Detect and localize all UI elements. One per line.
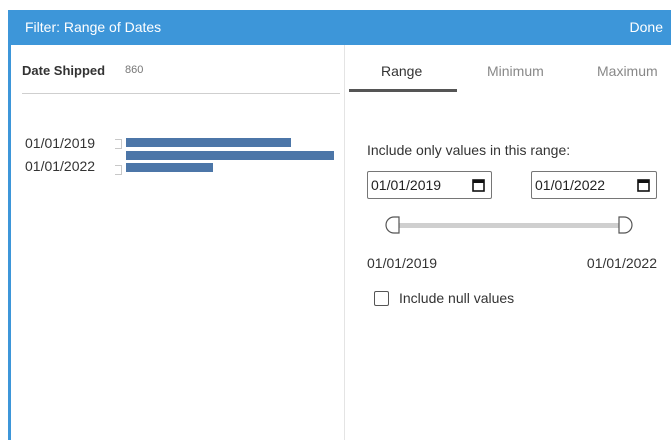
- filter-tabs: Range Minimum Maximum: [349, 45, 671, 92]
- start-date-value: 01/01/2019: [371, 177, 442, 193]
- date-histogram: 01/01/2019 01/01/2022: [11, 130, 345, 190]
- include-null-checkbox[interactable]: [374, 291, 389, 306]
- slider-track[interactable]: [394, 223, 622, 228]
- histogram-bar: [126, 138, 291, 147]
- start-date-input[interactable]: 01/01/2019: [367, 171, 492, 199]
- slider-end-handle[interactable]: [618, 216, 634, 234]
- end-date-value: 01/01/2022: [535, 177, 606, 193]
- active-tab-indicator: [349, 89, 457, 92]
- field-summary-pane: Date Shipped 860 01/01/2019 01/01/2022: [11, 45, 345, 440]
- range-max-value: 01/01/2022: [586, 255, 657, 271]
- field-header: Date Shipped 860: [22, 63, 340, 94]
- tab-range[interactable]: Range: [381, 63, 422, 79]
- title-bar: Filter: Range of Dates Done: [11, 10, 671, 45]
- include-null-label[interactable]: Include null values: [399, 290, 514, 306]
- dialog-title: Filter: Range of Dates: [25, 19, 162, 35]
- tab-minimum[interactable]: Minimum: [487, 63, 544, 79]
- histogram-bracket-top: [115, 139, 122, 149]
- filter-dialog: Filter: Range of Dates Done Date Shipped…: [8, 10, 671, 440]
- calendar-icon[interactable]: [637, 178, 650, 192]
- histogram-bar: [126, 151, 334, 160]
- field-count: 860: [125, 64, 144, 76]
- done-button[interactable]: Done: [630, 10, 663, 45]
- end-date-input[interactable]: 01/01/2022: [531, 171, 657, 199]
- filter-settings-pane: Range Minimum Maximum Include only value…: [345, 45, 671, 440]
- histogram-bar: [126, 163, 213, 172]
- slider-start-handle[interactable]: [384, 216, 400, 234]
- histogram-bracket-bottom: [115, 165, 122, 175]
- calendar-icon[interactable]: [472, 178, 485, 192]
- histogram-start-label: 01/01/2019: [25, 135, 96, 151]
- range-instruction: Include only values in this range:: [367, 142, 571, 158]
- field-name: Date Shipped: [22, 63, 106, 78]
- histogram-end-label: 01/01/2022: [25, 158, 96, 174]
- tab-maximum[interactable]: Maximum: [597, 63, 658, 79]
- range-min-value: 01/01/2019: [367, 255, 438, 271]
- date-range-slider[interactable]: [382, 214, 642, 238]
